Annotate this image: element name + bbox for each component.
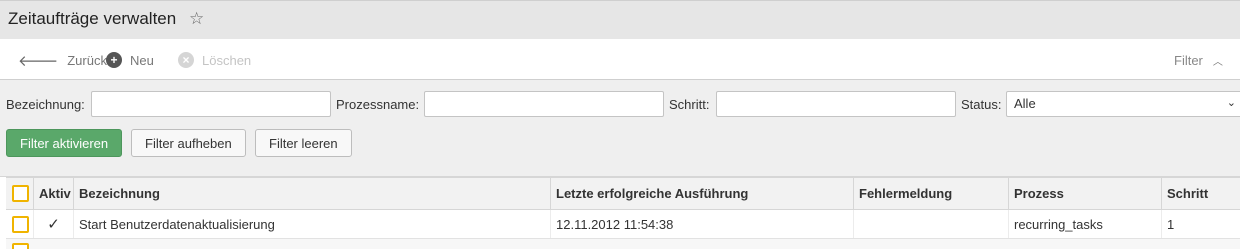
star-icon[interactable]: ☆ <box>189 9 204 29</box>
select-all-cell <box>6 178 33 209</box>
active-cell: ✓ <box>33 210 73 238</box>
column-header-active[interactable]: Aktiv <box>33 178 73 209</box>
new-button[interactable]: + Neu <box>106 50 154 70</box>
process-cell: recurring_tasks <box>1008 210 1161 238</box>
clear-filter-button[interactable]: Filter leeren <box>255 129 352 157</box>
checkmark-icon: ✓ <box>47 216 60 233</box>
step-filter-label: Schritt: <box>669 97 710 112</box>
select-all-checkbox[interactable] <box>12 185 29 202</box>
back-label: Zurück <box>67 52 107 68</box>
filter-label: Filter <box>1174 52 1203 68</box>
process-filter-label: Prozessname: <box>336 97 420 112</box>
new-label: Neu <box>130 52 154 68</box>
toolbar: 🡐 Zurück + Neu × Löschen Filter ︿ <box>0 39 1240 80</box>
process-filter-input[interactable] <box>424 91 664 117</box>
error-cell <box>853 210 1008 238</box>
row-select-cell <box>6 210 33 238</box>
step-cell: 1 <box>1161 210 1240 238</box>
column-header-process[interactable]: Prozess <box>1008 178 1161 209</box>
name-filter-input[interactable] <box>91 91 331 117</box>
page-title: Zeitaufträge verwalten <box>8 9 177 28</box>
status-filter-label: Status: <box>961 97 1002 112</box>
delete-button[interactable]: × Löschen <box>178 50 251 70</box>
title-bar: Zeitaufträge verwalten ☆ <box>0 0 1240 39</box>
delete-label: Löschen <box>202 52 252 68</box>
remove-filter-button[interactable]: Filter aufheben <box>131 129 246 157</box>
close-circle-icon: × <box>178 52 194 68</box>
chevron-down-icon: ⌄ <box>1226 97 1236 109</box>
last-run-cell: 12.11.2012 11:54:38 <box>550 210 853 238</box>
row-checkbox[interactable] <box>12 215 29 233</box>
status-select-value: Alle <box>1014 96 1036 111</box>
row-checkbox[interactable] <box>12 243 29 249</box>
column-header-last-run[interactable]: Letzte erfolgreiche Ausführung <box>550 178 853 209</box>
column-header-error[interactable]: Fehlermeldung <box>853 178 1008 209</box>
plus-circle-icon: + <box>106 52 122 68</box>
name-cell: Start Benutzerdatenaktualisierung <box>73 210 550 238</box>
step-filter-input[interactable] <box>716 91 956 117</box>
table-row-partial[interactable] <box>6 239 1240 249</box>
chevron-up-icon: ︿ <box>1212 56 1223 68</box>
back-button[interactable]: 🡐 Zurück <box>18 50 107 70</box>
activate-filter-button[interactable]: Filter aktivieren <box>6 129 123 157</box>
table-row[interactable]: ✓ Start Benutzerdatenaktualisierung 12.1… <box>6 210 1240 239</box>
table-header: Aktiv Bezeichnung Letzte erfolgreiche Au… <box>6 177 1240 210</box>
filter-panel: Bezeichnung: Prozessname: Schritt: Statu… <box>0 80 1240 177</box>
name-filter-label: Bezeichnung: <box>6 97 85 112</box>
column-header-name[interactable]: Bezeichnung <box>73 178 550 209</box>
filter-toggle-button[interactable]: Filter ︿ <box>1174 50 1223 70</box>
status-select[interactable]: Alle ⌄ <box>1006 91 1240 117</box>
column-header-step[interactable]: Schritt <box>1161 178 1240 209</box>
arrow-left-icon: 🡐 <box>18 52 59 70</box>
